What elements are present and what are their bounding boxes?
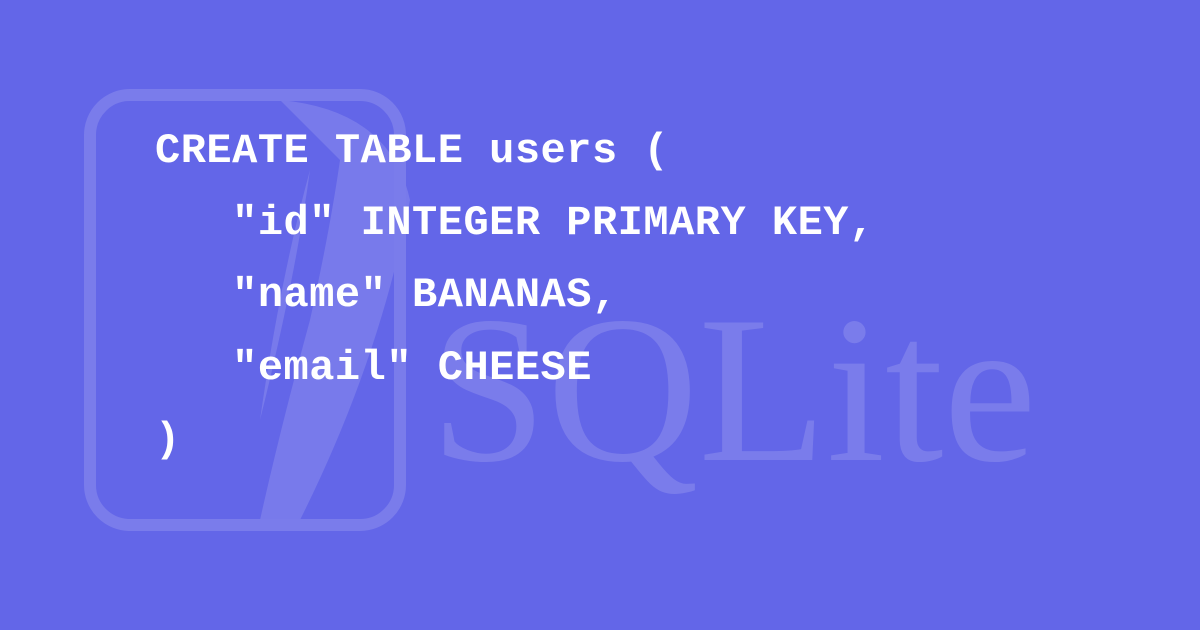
- code-line-3: "name" BANANAS,: [155, 271, 618, 319]
- code-line-5: ): [155, 416, 181, 464]
- code-line-1: CREATE TABLE users (: [155, 127, 669, 175]
- code-line-2: "id" INTEGER PRIMARY KEY,: [155, 199, 875, 247]
- sql-code-block: CREATE TABLE users ( "id" INTEGER PRIMAR…: [155, 115, 875, 476]
- code-line-4: "email" CHEESE: [155, 344, 592, 392]
